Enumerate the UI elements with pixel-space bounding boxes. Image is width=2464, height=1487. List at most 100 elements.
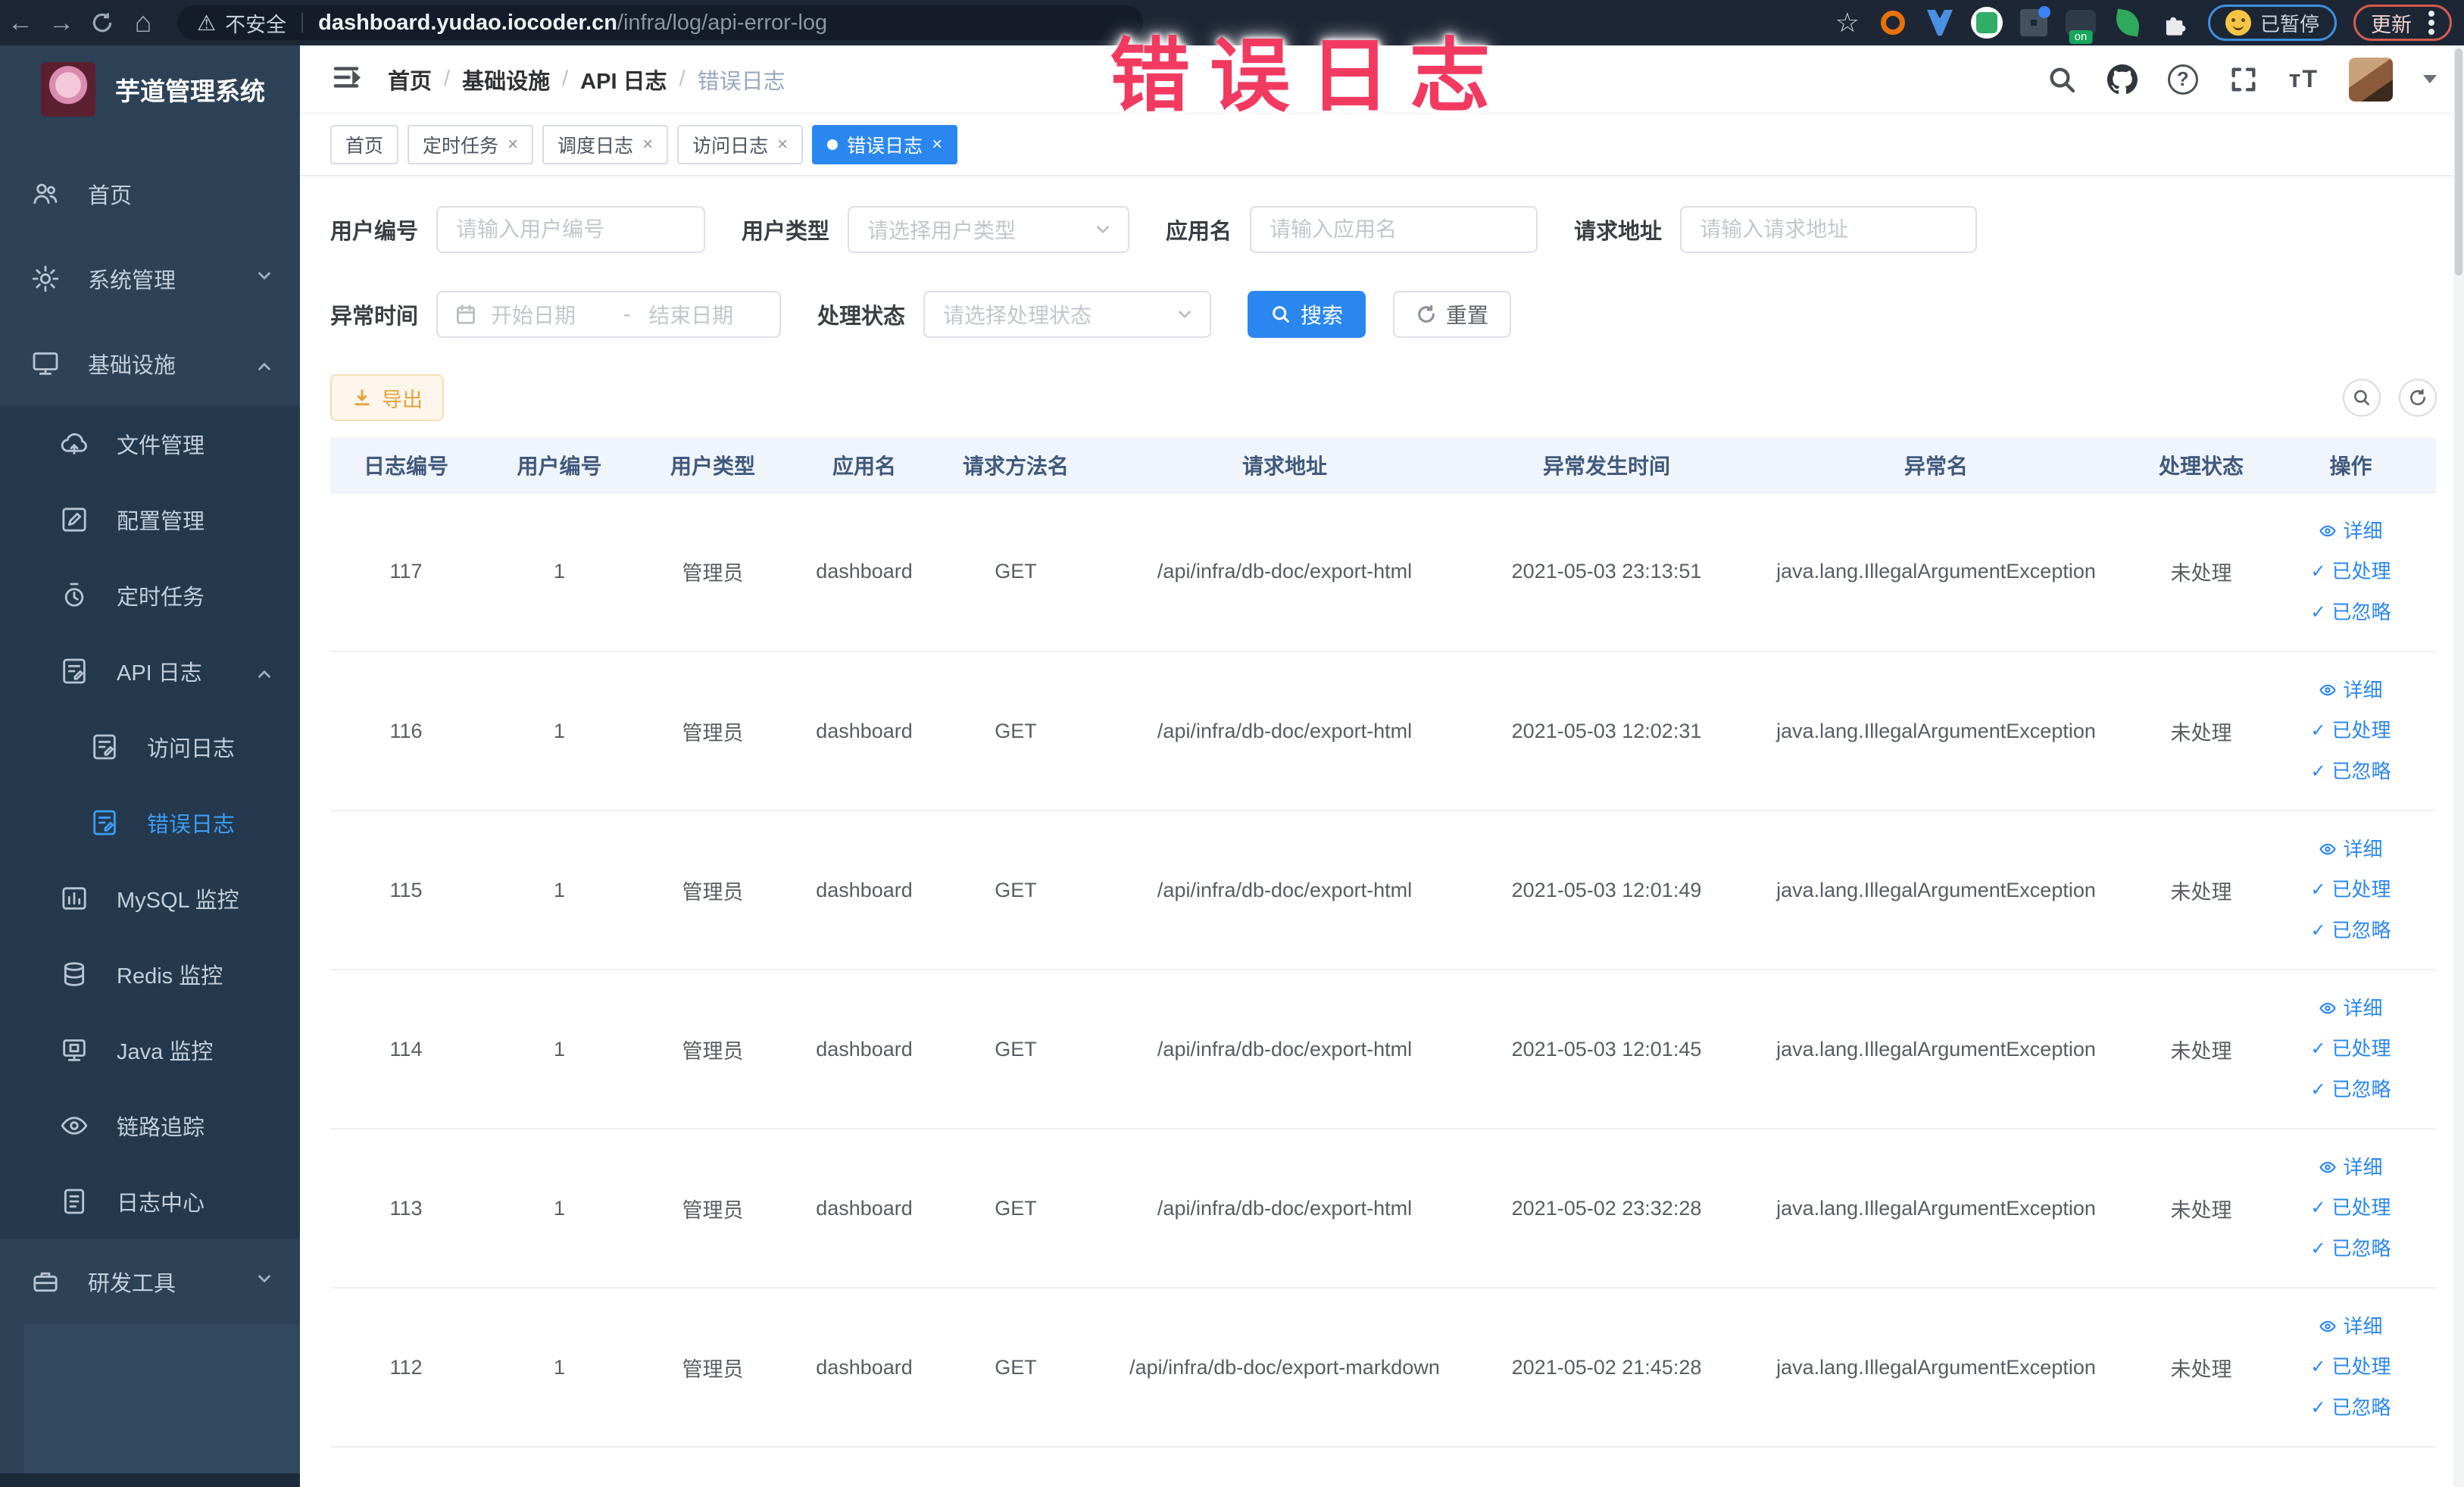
sidebar-item-8[interactable]: 错误日志 [0,785,300,861]
request-url-input[interactable] [1680,206,1978,253]
sidebar: 芋道管理系统 首页 系统管理 基础设施 文件管理 配置管理 定时任务 API 日志 访问日志错… [0,45,300,1487]
vue-devtools-extension-icon[interactable] [1970,6,2003,39]
reset-button[interactable]: 重置 [1393,291,1512,338]
browser-home-icon[interactable] [123,6,164,39]
processed-link[interactable]: 已处理 [2310,1031,2391,1066]
browser-back-icon[interactable] [0,6,41,39]
tag-4[interactable]: 错误日志 × [812,124,958,164]
tag-2[interactable]: 调度日志 × [542,124,669,164]
tag-1[interactable]: 定时任务 × [408,124,534,164]
processed-link[interactable]: 已处理 [2310,872,2391,907]
close-tag-icon[interactable]: × [642,134,653,155]
eye-icon [2319,1158,2337,1176]
breadcrumb-item-2[interactable]: API 日志 [580,64,667,95]
breadcrumb-item-0[interactable]: 首页 [388,64,432,95]
breadcrumb-item-1[interactable]: 基础设施 [462,64,550,95]
sidebar-item-2[interactable]: 基础设施 [0,321,300,406]
refresh-table-button[interactable] [2399,379,2437,417]
processed-link[interactable]: 已处理 [2310,554,2391,589]
puzzle-extensions-icon[interactable] [2158,6,2191,39]
ignored-link[interactable]: 已忽略 [2310,1072,2391,1107]
hamburger-icon[interactable] [330,61,362,97]
tag-3[interactable]: 访问日志 × [677,124,804,164]
sidebar-item-3[interactable]: 文件管理 [0,406,300,482]
export-button[interactable]: 导出 [330,374,444,421]
sidebar-item-0[interactable]: 首页 [0,152,300,236]
detail-link[interactable]: 详细 [2319,673,2383,707]
processed-link[interactable]: 已处理 [2310,713,2391,748]
address-bar[interactable]: 不安全 dashboard.yudao.iocoder.cn/infra/log… [177,5,1143,40]
sidebar-item-6[interactable]: API 日志 [0,633,300,709]
cell-r0-c3: dashboard [789,492,940,652]
browser-update-chip[interactable]: 更新 [2353,5,2452,41]
close-tag-icon[interactable]: × [777,134,788,155]
close-tag-icon[interactable]: × [932,134,942,155]
help-icon[interactable] [2167,64,2198,95]
process-status-select[interactable]: 请选择处理状态 [923,291,1212,338]
ignored-link[interactable]: 已忽略 [2310,595,2391,629]
browser-menu-icon[interactable] [2428,20,2434,26]
tampermonkey-extension-icon[interactable]: on [2064,6,2097,44]
browser-forward-icon[interactable] [41,6,82,39]
ignored-link[interactable]: 已忽略 [2310,913,2391,948]
detail-link[interactable]: 详细 [2319,833,2383,866]
cell-r3-c7: java.lang.IllegalArgumentException [1735,970,2137,1129]
table-row-5: 112 1 管理员 dashboard GET/api/infra/db-doc/exp… [330,1288,2436,1448]
close-tag-icon[interactable]: × [507,134,518,155]
sidebar-item-7[interactable]: 访问日志 [0,709,300,785]
search-button[interactable]: 搜索 [1248,291,1366,338]
bookmark-star-icon[interactable] [1835,7,1860,39]
sidebar-item-1[interactable]: 系统管理 [0,236,300,321]
detail-link[interactable]: 详细 [2319,1310,2383,1343]
detail-link[interactable]: 详细 [2319,1151,2383,1184]
tag-0[interactable]: 首页 [330,124,399,164]
show-search-button[interactable] [2343,379,2381,417]
chevron-up-icon [255,658,274,684]
breadcrumb-separator: / [562,67,569,91]
user-id-input[interactable] [436,206,706,253]
sidebar-item-4[interactable]: 配置管理 [0,482,300,558]
blue-shield-extension-icon[interactable] [1923,6,1957,39]
fullscreen-icon[interactable] [2228,64,2259,95]
action-label: 已处理 [2331,559,2391,583]
github-icon[interactable] [2106,64,2138,95]
cell-r3-c0: 114 [330,970,482,1129]
sidebar-item-12[interactable]: 链路追踪 [0,1088,300,1164]
sidebar-item-13[interactable]: 日志中心 [0,1164,300,1239]
browser-reload-icon[interactable] [82,6,123,39]
user-avatar[interactable] [2349,57,2393,102]
sidebar-item-14[interactable]: 研发工具 [0,1239,300,1324]
processed-link[interactable]: 已处理 [2310,1349,2391,1384]
logo-row[interactable]: 芋道管理系统 [0,45,300,130]
ignored-link[interactable]: 已忽略 [2310,754,2391,789]
log-icon [59,656,89,686]
search-icon[interactable] [2047,64,2077,95]
sidebar-item-9[interactable]: MySQL 监控 [0,861,300,936]
orange-ring-extension-icon[interactable] [1876,6,1910,39]
sidebar-item-10[interactable]: Redis 监控 [0,936,300,1012]
ignored-link[interactable]: 已忽略 [2310,1390,2391,1425]
cell-r2-c3: dashboard [789,811,940,970]
column-header-8: 处理状态 [2137,438,2266,493]
font-size-icon[interactable] [2289,65,2319,93]
scrollbar-thumb[interactable] [2455,48,2462,276]
sidebar-item-11[interactable]: Java 监控 [0,1012,300,1088]
column-header-7: 异常名 [1735,438,2137,493]
detail-link[interactable]: 详细 [2319,992,2383,1025]
green-leaf-extension-icon[interactable] [2111,6,2144,39]
grid-extension-icon[interactable] [2017,6,2050,39]
cell-r5-c0: 112 [330,1288,482,1448]
app-name-input[interactable] [1250,206,1538,253]
cell-r1-c7: java.lang.IllegalArgumentException [1735,651,2137,811]
avatar-caret-icon[interactable] [2423,75,2437,83]
user-type-select[interactable]: 请选择用户类型 [848,206,1130,253]
ignored-link[interactable]: 已忽略 [2310,1231,2391,1266]
action-label: 详细 [2343,1315,2383,1338]
processed-link[interactable]: 已处理 [2310,1190,2391,1225]
detail-link[interactable]: 详细 [2319,514,2383,548]
sidebar-item-5[interactable]: 定时任务 [0,558,300,633]
window-scrollbar[interactable] [2453,45,2464,1487]
profile-paused-chip[interactable]: 已暂停 [2207,5,2337,41]
date-range-picker[interactable]: 开始日期 - 结束日期 [436,291,782,338]
chevron-down-icon [255,1269,274,1295]
